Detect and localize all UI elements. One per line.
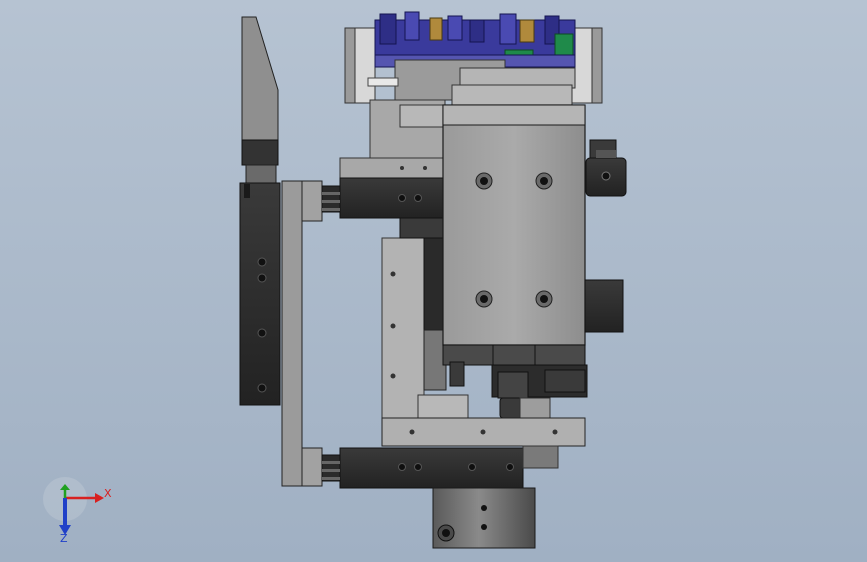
cad-graphics-viewport[interactable]: X Z — [0, 0, 867, 562]
coordinate-triad: X Z — [43, 477, 112, 545]
z-axis-label: Z — [60, 532, 68, 545]
x-axis-label: X — [104, 487, 112, 500]
